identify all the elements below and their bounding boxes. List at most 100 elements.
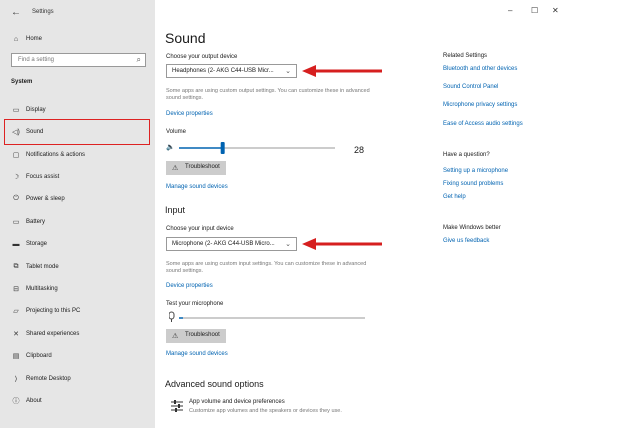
projector-icon: ▱	[13, 308, 19, 315]
sidebar: ← Settings ⌂ Home Find a setting ⌕ Syste…	[0, 0, 155, 428]
input-device-dropdown[interactable]: Microphone (2- AKG C44-USB Micro... ⌄	[166, 237, 297, 251]
annotation-arrow-input	[302, 238, 382, 250]
microphone-level-meter	[169, 311, 365, 322]
chevron-down-icon: ⌄	[285, 68, 291, 75]
speaker-icon: 🔈	[166, 144, 175, 151]
related-settings-heading: Related Settings	[443, 53, 488, 59]
sidebar-item-battery[interactable]: ▭ Battery	[0, 213, 155, 231]
power-icon: ⏻	[13, 195, 19, 202]
battery-icon: ▭	[12, 219, 20, 226]
question-heading: Have a question?	[443, 152, 490, 158]
input-manage-devices-link[interactable]: Manage sound devices	[166, 351, 228, 357]
sidebar-item-label: Power & sleep	[26, 196, 65, 202]
main-content: – ☐ ✕ Sound Choose your output device He…	[155, 0, 632, 428]
feedback-link[interactable]: Give us feedback	[443, 238, 489, 244]
output-device-properties-link[interactable]: Device properties	[166, 111, 213, 117]
home-icon: ⌂	[13, 35, 19, 43]
volume-slider[interactable]	[179, 141, 339, 155]
test-microphone-label: Test your microphone	[166, 301, 224, 307]
related-link-sound-control-panel[interactable]: Sound Control Panel	[443, 84, 498, 90]
input-info-text: Some apps are using custom input setting…	[166, 261, 367, 274]
search-placeholder: Find a setting	[18, 57, 55, 63]
sidebar-item-about[interactable]: ⓘ About	[0, 392, 155, 410]
sidebar-item-label: Home	[26, 36, 43, 42]
storage-icon: ▬	[12, 240, 20, 248]
volume-label: Volume	[166, 129, 187, 135]
sidebar-item-label: Storage	[26, 241, 48, 247]
sidebar-item-tablet-mode[interactable]: ⧉ Tablet mode	[0, 258, 155, 276]
input-device-label: Choose your input device	[166, 226, 234, 232]
sidebar-item-home[interactable]: ⌂ Home	[0, 30, 155, 48]
help-link-get-help[interactable]: Get help	[443, 194, 466, 200]
search-icon: ⌕	[136, 55, 141, 64]
annotation-highlight-box	[4, 119, 150, 145]
sidebar-item-label: Multitasking	[26, 286, 58, 292]
output-troubleshoot-button[interactable]: ⚠ Troubleshoot	[166, 161, 226, 175]
moon-icon: ☽	[12, 174, 20, 181]
help-link-fixing-sound[interactable]: Fixing sound problems	[443, 181, 503, 187]
input-troubleshoot-button[interactable]: ⚠ Troubleshoot	[166, 329, 226, 343]
close-button[interactable]: ✕	[552, 6, 559, 15]
sidebar-item-label: About	[26, 398, 42, 404]
maximize-button[interactable]: ☐	[531, 6, 538, 15]
sidebar-item-clipboard[interactable]: ▤ Clipboard	[0, 347, 155, 365]
clipboard-icon: ▤	[12, 353, 20, 360]
output-info-text: Some apps are using custom output settin…	[166, 88, 370, 101]
sidebar-item-label: Notifications & actions	[26, 152, 86, 158]
app-volume-description: Customize app volumes and the speakers o…	[189, 408, 342, 414]
related-link-bluetooth[interactable]: Bluetooth and other devices	[443, 66, 517, 72]
sidebar-item-display[interactable]: ▭ Display	[0, 101, 155, 119]
sidebar-item-shared-experiences[interactable]: ✕ Shared experiences	[0, 325, 155, 343]
display-icon: ▭	[12, 107, 20, 114]
troubleshoot-label: Troubleshoot	[185, 164, 220, 170]
sidebar-item-multitasking[interactable]: ⊟ Multitasking	[0, 280, 155, 298]
window-title: Settings	[32, 9, 54, 15]
sidebar-item-storage[interactable]: ▬ Storage	[0, 235, 155, 253]
make-windows-better-heading: Make Windows better	[443, 225, 501, 231]
annotation-arrow-output	[302, 65, 382, 77]
volume-value: 28	[354, 145, 365, 155]
sidebar-item-label: Display	[26, 107, 46, 113]
back-arrow-icon[interactable]: ←	[11, 7, 21, 18]
shared-icon: ✕	[13, 331, 19, 338]
warning-icon: ⚠	[172, 165, 179, 172]
sidebar-item-notifications[interactable]: ▢ Notifications & actions	[0, 146, 155, 164]
section-label: System	[11, 79, 33, 85]
search-input[interactable]: Find a setting ⌕	[11, 53, 146, 67]
page-title: Sound	[165, 30, 206, 46]
sidebar-item-power[interactable]: ⏻ Power & sleep	[0, 190, 155, 208]
input-device-value: Microphone (2- AKG C44-USB Micro...	[172, 241, 275, 247]
input-heading: Input	[165, 205, 186, 215]
output-manage-devices-link[interactable]: Manage sound devices	[166, 184, 228, 190]
warning-icon: ⚠	[172, 333, 179, 340]
remote-desktop-icon: ⟩	[14, 376, 18, 383]
info-icon: ⓘ	[12, 398, 20, 405]
sidebar-item-label: Clipboard	[26, 353, 52, 359]
app-volume-title: App volume and device preferences	[189, 399, 285, 405]
minimize-button[interactable]: –	[508, 6, 512, 15]
advanced-heading: Advanced sound options	[165, 379, 264, 389]
output-device-label: Choose your output device	[166, 54, 238, 60]
sidebar-item-label: Projecting to this PC	[26, 308, 81, 314]
sidebar-item-label: Battery	[26, 219, 46, 225]
app-volume-preferences-item[interactable]: App volume and device preferences Custom…	[166, 398, 396, 420]
sidebar-item-focus-assist[interactable]: ☽ Focus assist	[0, 168, 155, 186]
sidebar-item-label: Remote Desktop	[26, 376, 71, 382]
related-link-ease-of-access-audio[interactable]: Ease of Access audio settings	[443, 121, 523, 127]
notification-icon: ▢	[12, 152, 20, 159]
tablet-icon: ⧉	[13, 263, 19, 270]
sidebar-item-remote-desktop[interactable]: ⟩ Remote Desktop	[0, 370, 155, 388]
multitasking-icon: ⊟	[13, 286, 19, 293]
sidebar-item-label: Shared experiences	[26, 331, 80, 337]
input-device-properties-link[interactable]: Device properties	[166, 283, 213, 289]
sidebar-item-label: Focus assist	[26, 174, 60, 180]
sidebar-item-label: Tablet mode	[26, 264, 59, 270]
related-link-microphone-privacy[interactable]: Microphone privacy settings	[443, 102, 517, 108]
help-link-setting-up-microphone[interactable]: Setting up a microphone	[443, 168, 508, 174]
output-device-value: Headphones (2- AKG C44-USB Micr...	[172, 68, 274, 74]
sidebar-item-projecting[interactable]: ▱ Projecting to this PC	[0, 302, 155, 320]
chevron-down-icon: ⌄	[285, 241, 291, 248]
troubleshoot-label: Troubleshoot	[185, 332, 220, 338]
output-device-dropdown[interactable]: Headphones (2- AKG C44-USB Micr... ⌄	[166, 64, 297, 78]
sliders-icon	[171, 400, 183, 412]
